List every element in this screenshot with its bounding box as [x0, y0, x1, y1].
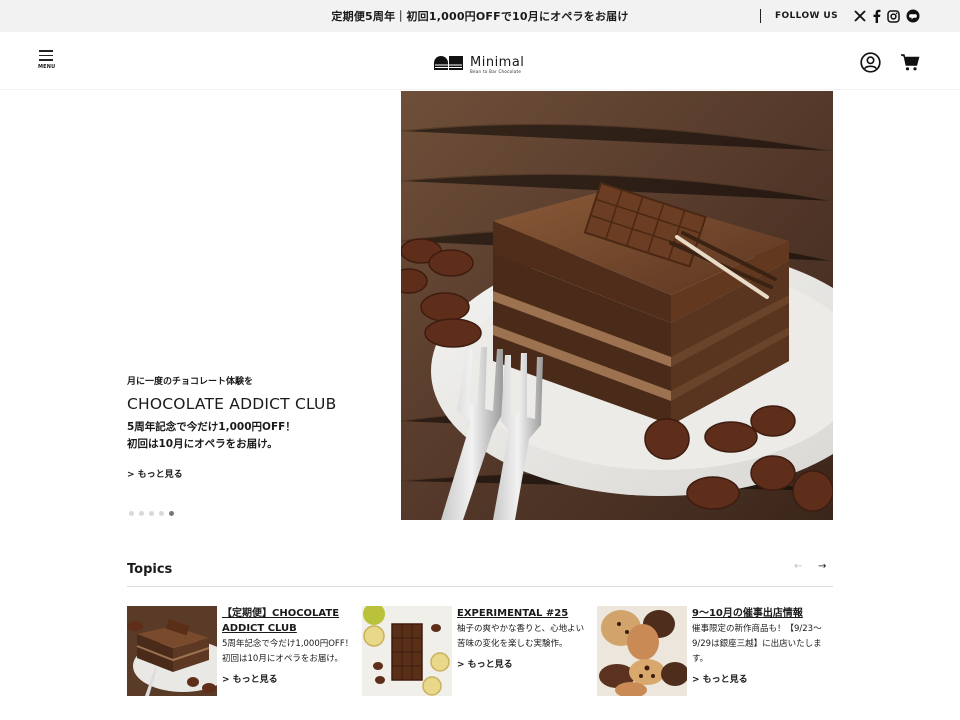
menu-button[interactable]: MENU: [38, 50, 56, 74]
topics-title: Topics: [127, 562, 173, 577]
slider-dots: [129, 511, 174, 516]
topic-title[interactable]: EXPERIMENTAL #25: [457, 606, 590, 621]
announcement-bar: 定期便5周年｜初回1,000円OFFで10月にオペラをお届け FOLLOW US: [0, 0, 960, 32]
hero-desc-line: 初回は10月にオペラをお届け。: [127, 438, 278, 450]
hero-title: CHOCOLATE ADDICT CLUB: [127, 395, 337, 413]
facebook-icon[interactable]: [872, 9, 881, 23]
hero-more-link[interactable]: > もっと見る: [127, 467, 183, 480]
topic-more-link[interactable]: > もっと見る: [222, 672, 278, 685]
topic-thumbnail[interactable]: [362, 606, 452, 696]
hamburger-icon-bar: [39, 54, 53, 57]
site-header: MENU Minimal Bean to Bar Chocolate: [0, 32, 960, 90]
divider: [759, 9, 761, 23]
logo-mark-icon: [434, 55, 463, 70]
topic-more-link[interactable]: > もっと見る: [692, 672, 748, 685]
instagram-icon[interactable]: [887, 9, 900, 23]
cart-icon[interactable]: [900, 52, 920, 76]
topic-body: EXPERIMENTAL #25 柚子の爽やかな香りと、心地よい苦味の変化を楽し…: [457, 606, 590, 706]
hero-kicker: 月に一度のチョコレート体験を: [127, 377, 254, 387]
topic-text: 柚子の爽やかな香りと、心地よい苦味の変化を楽しむ実験作。: [457, 624, 585, 649]
site-logo[interactable]: Minimal Bean to Bar Chocolate: [432, 51, 524, 74]
slider-dot[interactable]: [149, 511, 154, 516]
hero-image[interactable]: [401, 91, 833, 520]
x-icon[interactable]: [854, 10, 866, 22]
hero-caption: 月に一度のチョコレート体験を CHOCOLATE ADDICT CLUB 5周年…: [127, 374, 387, 481]
topics-prev-arrow-icon[interactable]: ←: [794, 561, 802, 572]
slider-dot-active[interactable]: [169, 511, 174, 516]
follow-label: FOLLOW US: [774, 11, 838, 21]
topic-card: 9〜10月の催事出店情報 催事限定の新作商品も！【9/23〜9/29は銀座三越】…: [597, 606, 825, 706]
user-icon[interactable]: [860, 52, 881, 77]
topic-more-link[interactable]: > もっと見る: [457, 657, 513, 670]
topic-body: 9〜10月の催事出店情報 催事限定の新作商品も！【9/23〜9/29は銀座三越】…: [692, 606, 825, 706]
logo-text: Minimal: [470, 55, 525, 70]
logo-subtext: Bean to Bar Chocolate: [470, 69, 522, 74]
topic-title[interactable]: 【定期便】CHOCOLATE ADDICT CLUB: [222, 606, 355, 636]
hero-desc-line: 5周年記念で今だけ1,000円OFF！: [127, 421, 296, 433]
topic-body: 【定期便】CHOCOLATE ADDICT CLUB 5周年記念で今だけ1,00…: [222, 606, 355, 706]
topic-card: 【定期便】CHOCOLATE ADDICT CLUB 5周年記念で今だけ1,00…: [127, 606, 355, 706]
hamburger-icon-bar: [39, 59, 53, 61]
slider-dot[interactable]: [129, 511, 134, 516]
divider: [127, 586, 833, 587]
slider-dot[interactable]: [159, 511, 164, 516]
hamburger-icon: [39, 50, 53, 52]
line-icon[interactable]: [906, 9, 920, 23]
topic-card: EXPERIMENTAL #25 柚子の爽やかな香りと、心地よい苦味の変化を楽し…: [362, 606, 590, 706]
topic-title[interactable]: 9〜10月の催事出店情報: [692, 606, 825, 621]
topics-next-arrow-icon[interactable]: →: [818, 561, 826, 572]
menu-label: MENU: [38, 63, 56, 70]
topic-text: 催事限定の新作商品も！【9/23〜9/29は銀座三越】に出店いたします。: [692, 624, 822, 664]
topic-thumbnail[interactable]: [127, 606, 217, 696]
slider-dot[interactable]: [139, 511, 144, 516]
topic-thumbnail[interactable]: [597, 606, 687, 696]
follow-us: FOLLOW US: [759, 7, 920, 25]
hero-description: 5周年記念で今だけ1,000円OFF！ 初回は10月にオペラをお届け。: [127, 419, 387, 453]
topic-text: 5周年記念で今だけ1,000円OFF！初回は10月にオペラをお届け。: [222, 639, 354, 664]
